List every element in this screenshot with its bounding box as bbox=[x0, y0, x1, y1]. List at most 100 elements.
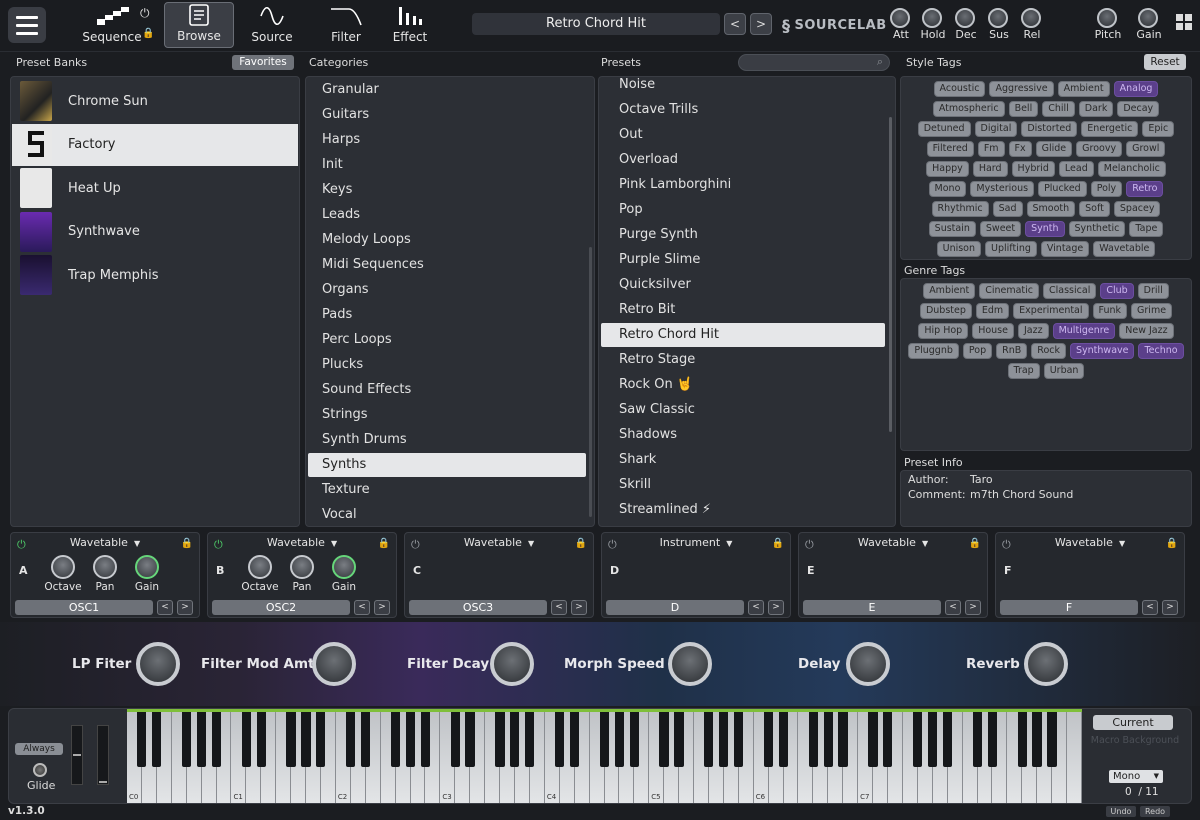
tag-chip[interactable]: Hybrid bbox=[1011, 161, 1055, 177]
black-key[interactable] bbox=[360, 709, 371, 767]
tag-chip[interactable]: Sweet bbox=[979, 221, 1022, 237]
preset-item[interactable]: Retro Chord Hit bbox=[601, 323, 885, 347]
black-key[interactable] bbox=[928, 709, 938, 767]
knob-dial[interactable] bbox=[332, 555, 356, 579]
next-preset-button[interactable]: > bbox=[750, 13, 772, 35]
preset-item[interactable]: Pop bbox=[601, 198, 885, 222]
preset-item[interactable]: Streamlined ⚡ bbox=[601, 498, 885, 522]
redo-button[interactable]: Redo bbox=[1140, 806, 1170, 817]
osc-name[interactable]: E bbox=[803, 600, 941, 615]
pitch-bend-wheel[interactable] bbox=[71, 725, 83, 785]
tag-chip[interactable]: Dark bbox=[1078, 101, 1114, 117]
osc-prev-button[interactable]: < bbox=[748, 600, 764, 615]
tag-chip[interactable]: Trap bbox=[1007, 363, 1040, 379]
tag-chip[interactable]: Melancholic bbox=[1097, 161, 1166, 177]
black-key[interactable] bbox=[972, 709, 983, 767]
category-item[interactable]: Pads bbox=[308, 303, 586, 327]
tag-chip[interactable]: Dubstep bbox=[919, 303, 972, 319]
tag-chip[interactable]: Synthwave bbox=[1070, 343, 1135, 359]
bank-item[interactable]: Trap Memphis bbox=[12, 254, 298, 296]
category-item[interactable]: Vocal bbox=[308, 503, 586, 526]
glide-knob[interactable] bbox=[33, 763, 47, 777]
osc-type-select[interactable]: Wavetable ▼ bbox=[799, 536, 987, 549]
knob-dial[interactable] bbox=[290, 555, 314, 579]
macro-knob[interactable] bbox=[668, 642, 712, 686]
tag-chip[interactable]: Techno bbox=[1138, 343, 1184, 359]
category-item[interactable]: Synths bbox=[308, 453, 586, 477]
tag-chip[interactable]: Epic bbox=[1142, 121, 1175, 137]
preset-item[interactable]: Octave Trills bbox=[601, 98, 885, 122]
favorites-button[interactable]: Favorites bbox=[232, 55, 294, 70]
tag-chip[interactable]: Acoustic bbox=[933, 81, 986, 97]
tag-chip[interactable]: Aggressive bbox=[989, 81, 1054, 97]
category-item[interactable]: Plucks bbox=[308, 353, 586, 377]
bank-item[interactable]: Heat Up bbox=[12, 167, 298, 209]
osc-type-select[interactable]: Instrument ▼ bbox=[602, 536, 790, 549]
black-key[interactable] bbox=[913, 709, 923, 767]
osc-knob[interactable]: Octave bbox=[43, 555, 83, 593]
black-key[interactable] bbox=[346, 709, 356, 767]
black-key[interactable] bbox=[554, 709, 565, 767]
knob-dial[interactable] bbox=[1021, 8, 1041, 28]
tag-chip[interactable]: Energetic bbox=[1081, 121, 1139, 137]
mod-wheel[interactable] bbox=[97, 725, 109, 785]
preset-item[interactable]: Overload bbox=[601, 148, 885, 172]
tag-chip[interactable]: Ambient bbox=[1057, 81, 1110, 97]
knob-dial[interactable] bbox=[988, 8, 1008, 28]
tag-chip[interactable]: Wavetable bbox=[1093, 241, 1156, 257]
bank-item[interactable]: Factory bbox=[12, 123, 298, 166]
category-item[interactable]: Granular bbox=[308, 78, 586, 102]
black-key[interactable] bbox=[316, 709, 326, 767]
tag-chip[interactable]: House bbox=[972, 323, 1014, 339]
black-key[interactable] bbox=[495, 709, 505, 767]
preset-item[interactable]: Purge Synth bbox=[601, 223, 885, 247]
tag-chip[interactable]: Groovy bbox=[1076, 141, 1123, 157]
tag-chip[interactable]: Atmospheric bbox=[932, 101, 1005, 117]
black-key[interactable] bbox=[1017, 709, 1027, 767]
preset-item[interactable]: Retro Bit bbox=[601, 298, 885, 322]
tag-chip[interactable]: Urban bbox=[1043, 363, 1085, 379]
black-key[interactable] bbox=[674, 709, 684, 767]
tag-chip[interactable]: Pluggnb bbox=[908, 343, 959, 359]
preset-search-input[interactable]: ⌕ bbox=[738, 54, 890, 71]
preset-item[interactable]: Noise bbox=[601, 77, 885, 97]
prev-preset-button[interactable]: < bbox=[724, 13, 746, 35]
osc-type-select[interactable]: Wavetable ▼ bbox=[11, 536, 199, 549]
tag-chip[interactable]: Growl bbox=[1126, 141, 1166, 157]
tag-chip[interactable]: Funk bbox=[1092, 303, 1128, 319]
preset-item[interactable]: Out bbox=[601, 123, 885, 147]
categories-scrollbar[interactable] bbox=[589, 247, 592, 517]
black-key[interactable] bbox=[659, 709, 669, 767]
black-key[interactable] bbox=[778, 709, 789, 767]
osc-next-button[interactable]: > bbox=[1162, 600, 1178, 615]
osc-name[interactable]: OSC3 bbox=[409, 600, 547, 615]
tag-chip[interactable]: Synth bbox=[1025, 221, 1065, 237]
tag-chip[interactable]: Distorted bbox=[1021, 121, 1078, 137]
tag-chip[interactable]: Detuned bbox=[917, 121, 971, 137]
osc-name[interactable]: D bbox=[606, 600, 744, 615]
knob-dial[interactable] bbox=[135, 555, 159, 579]
preset-item[interactable]: Rock On 🤘 bbox=[601, 373, 885, 397]
black-key[interactable] bbox=[450, 709, 460, 767]
black-key[interactable] bbox=[241, 709, 251, 767]
nav-source[interactable]: Source bbox=[238, 2, 306, 48]
tag-chip[interactable]: Analog bbox=[1113, 81, 1159, 97]
output-knob-0[interactable]: Pitch bbox=[1095, 8, 1121, 41]
tag-chip[interactable]: Happy bbox=[926, 161, 969, 177]
env-knob-3[interactable]: Sus bbox=[988, 8, 1010, 41]
lock-icon[interactable]: 🔒 bbox=[772, 538, 784, 549]
macro-knob[interactable] bbox=[1024, 642, 1068, 686]
preset-item[interactable]: Quicksilver bbox=[601, 273, 885, 297]
black-key[interactable] bbox=[510, 709, 520, 767]
knob-dial[interactable] bbox=[1097, 8, 1117, 28]
lock-icon[interactable]: 🔒 bbox=[969, 538, 981, 549]
tag-chip[interactable]: New Jazz bbox=[1119, 323, 1174, 339]
category-item[interactable]: Organs bbox=[308, 278, 586, 302]
black-key[interactable] bbox=[152, 709, 162, 767]
tag-chip[interactable]: Mono bbox=[928, 181, 967, 197]
osc-prev-button[interactable]: < bbox=[157, 600, 173, 615]
nav-filter[interactable]: Filter bbox=[312, 2, 380, 48]
tag-chip[interactable]: Spacey bbox=[1113, 201, 1161, 217]
tag-chip[interactable]: Digital bbox=[974, 121, 1018, 137]
osc-prev-button[interactable]: < bbox=[551, 600, 567, 615]
